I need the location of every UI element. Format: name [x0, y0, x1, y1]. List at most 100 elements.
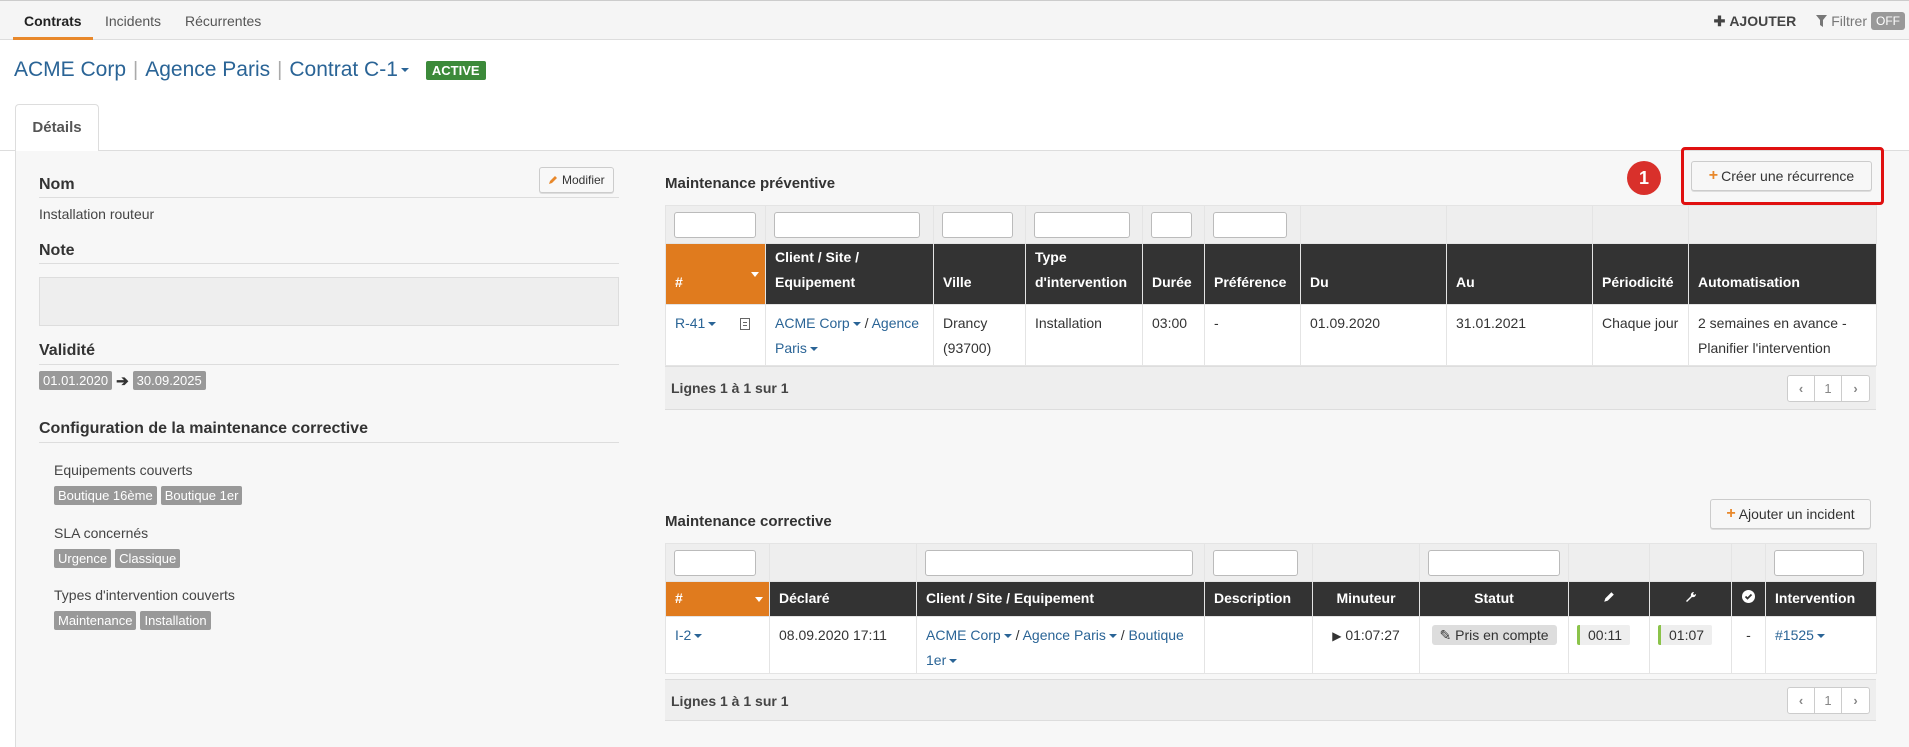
table-row: I-2 08.09.2020 17:11 ACME Corp / Agence … [665, 616, 1877, 674]
filter-id-input[interactable] [674, 211, 756, 238]
chevron-down-icon [1108, 634, 1117, 639]
corrective-title: Maintenance corrective [665, 513, 832, 530]
document-icon[interactable] [740, 318, 751, 331]
breadcrumb-site[interactable]: Agence Paris [145, 58, 270, 82]
column-header-client[interactable]: Client / Site / Equipement [765, 243, 934, 305]
filter-toggle[interactable]: Filtrer OFF [1816, 12, 1905, 30]
column-header-du[interactable]: Du [1300, 243, 1447, 305]
note-heading: Note [39, 242, 75, 259]
add-button[interactable]: ✚ AJOUTER [1714, 13, 1797, 30]
equipment-tag: Boutique 1er [160, 486, 243, 505]
row-preference: - [1204, 304, 1301, 366]
chevron-down-icon [400, 68, 409, 73]
breadcrumb-client[interactable]: ACME Corp [14, 58, 126, 82]
divider [39, 442, 619, 443]
page-number[interactable]: 1 [1815, 688, 1842, 713]
modify-button[interactable]: Modifier [539, 167, 614, 193]
column-header-edit[interactable] [1568, 581, 1650, 617]
wrench-icon [1685, 591, 1696, 602]
column-header-ville[interactable]: Ville [933, 243, 1026, 305]
row-description [1204, 616, 1313, 674]
column-header-id[interactable]: # [665, 581, 770, 617]
row-id-link[interactable]: R-41 [675, 315, 717, 331]
chevron-left-icon[interactable]: ‹ [1788, 376, 1815, 401]
row-periodicite: Chaque jour [1592, 304, 1689, 366]
row-timer: ▶ 01:07:27 [1312, 616, 1420, 674]
column-header-preference[interactable]: Préférence [1204, 243, 1301, 305]
row-declared: 08.09.2020 17:11 [769, 616, 917, 674]
row-id-link[interactable]: I-2 [675, 627, 703, 643]
filter-row [665, 543, 1877, 582]
column-header-au[interactable]: Au [1446, 243, 1593, 305]
top-nav: Contrats Incidents Récurrentes ✚ AJOUTER… [0, 0, 1909, 40]
step-badge: 1 [1627, 161, 1661, 195]
column-header-status[interactable]: Statut [1419, 581, 1569, 617]
chevron-down-icon [949, 659, 958, 664]
column-header-type[interactable]: Type d'intervention [1025, 243, 1143, 305]
row-type: Installation [1025, 304, 1143, 366]
row-client-link[interactable]: ACME Corp [775, 315, 861, 331]
filter-status-input[interactable] [1428, 549, 1560, 576]
column-header-duree[interactable]: Durée [1142, 243, 1205, 305]
pencil-icon [549, 176, 557, 184]
chevron-down-icon [708, 322, 717, 327]
filter-duree-input[interactable] [1151, 211, 1192, 238]
row-client-link[interactable]: ACME Corp [926, 627, 1012, 643]
preventive-title: Maintenance préventive [665, 175, 836, 192]
row-check: - [1731, 616, 1766, 674]
add-label: AJOUTER [1729, 13, 1797, 29]
divider [39, 364, 619, 365]
tool-time-badge: 01:07 [1658, 625, 1713, 645]
equipment-tags: Boutique 16ème Boutique 1er [54, 486, 246, 505]
breadcrumb-separator: | [277, 58, 283, 81]
sla-tags: Urgence Classique [54, 549, 184, 568]
column-header-automatisation[interactable]: Automatisation [1688, 243, 1877, 305]
chevron-down-icon [694, 634, 703, 639]
validity-heading: Validité [39, 342, 96, 359]
row-ville: Drancy (93700) [933, 304, 1026, 366]
filter-client-input[interactable] [774, 211, 920, 238]
column-header-check[interactable] [1731, 581, 1766, 617]
chevron-down-icon [1003, 634, 1012, 639]
preventive-pagination: Lignes 1 à 1 sur 1 ‹ 1 › [665, 366, 1876, 410]
filter-description-input[interactable] [1213, 549, 1298, 576]
filter-client-input[interactable] [925, 549, 1193, 576]
name-heading: Nom [39, 176, 75, 193]
filter-ville-input[interactable] [942, 211, 1013, 238]
tab-recurrentes[interactable]: Récurrentes [185, 1, 261, 40]
column-header-intervention[interactable]: Intervention [1765, 581, 1877, 617]
tab-contrats[interactable]: Contrats [13, 1, 93, 40]
filter-preference-input[interactable] [1213, 211, 1287, 238]
filter-intervention-input[interactable] [1774, 549, 1864, 576]
type-tag: Maintenance [54, 611, 137, 630]
arrow-right-icon: ➔ [116, 372, 129, 390]
intervention-link[interactable]: #1525 [1775, 627, 1825, 643]
page-number[interactable]: 1 [1815, 376, 1842, 401]
row-duree: 03:00 [1142, 304, 1205, 366]
chevron-right-icon[interactable]: › [1842, 688, 1869, 713]
plus-icon: ✚ [1713, 12, 1726, 29]
filter-id-input[interactable] [674, 549, 756, 576]
column-header-periodicite[interactable]: Périodicité [1592, 243, 1689, 305]
create-recurrence-button[interactable]: + Créer une récurrence [1691, 161, 1872, 191]
breadcrumb: ACME Corp | Agence Paris | Contrat C-1 A… [14, 58, 486, 82]
column-header-declared[interactable]: Déclaré [769, 581, 917, 617]
row-count: Lignes 1 à 1 sur 1 [671, 380, 789, 396]
tab-details[interactable]: Détails [15, 104, 99, 152]
table-row: R-41 ACME Corp / Agence Paris Drancy (93… [665, 304, 1877, 366]
column-header-tool[interactable] [1649, 581, 1732, 617]
column-header-id[interactable]: # [665, 243, 766, 305]
note-box [39, 277, 619, 326]
chevron-left-icon[interactable]: ‹ [1788, 688, 1815, 713]
row-site-link[interactable]: Agence Paris [1023, 627, 1117, 643]
column-header-timer[interactable]: Minuteur [1312, 581, 1420, 617]
breadcrumb-contract[interactable]: Contrat C-1 [289, 58, 409, 82]
column-header-description[interactable]: Description [1204, 581, 1313, 617]
tab-incidents[interactable]: Incidents [105, 1, 161, 40]
play-icon[interactable]: ▶ [1332, 629, 1341, 643]
pencil-icon [1604, 592, 1614, 602]
column-header-client[interactable]: Client / Site / Equipement [916, 581, 1205, 617]
filter-type-input[interactable] [1034, 211, 1130, 238]
chevron-right-icon[interactable]: › [1842, 376, 1869, 401]
add-incident-button[interactable]: + Ajouter un incident [1710, 499, 1871, 529]
